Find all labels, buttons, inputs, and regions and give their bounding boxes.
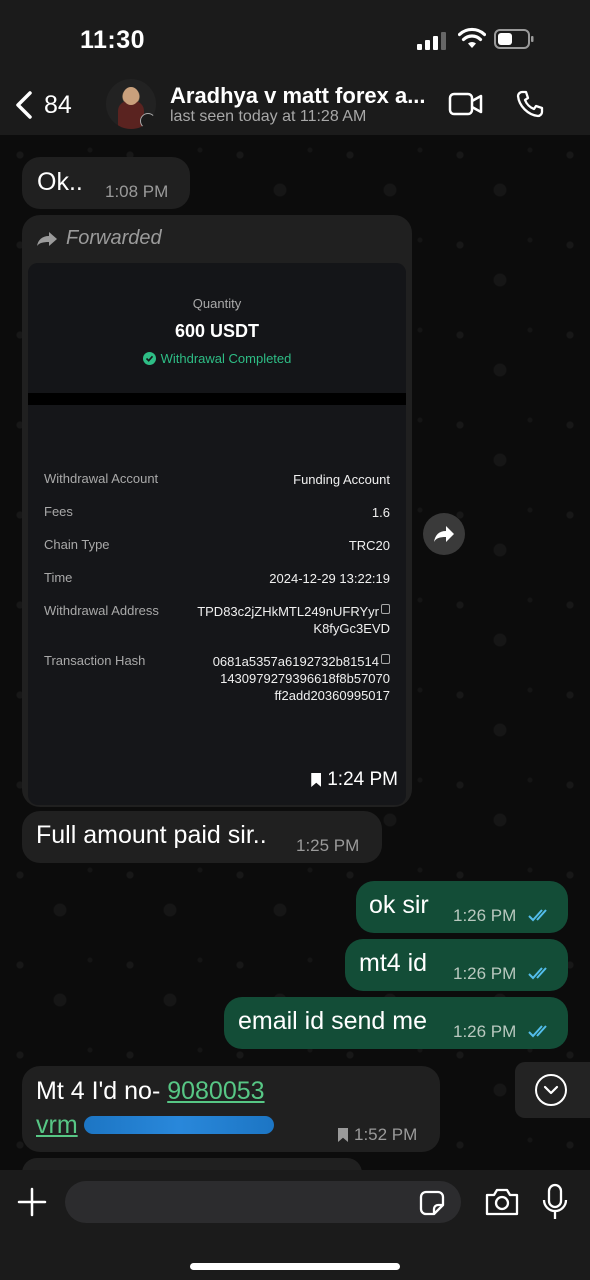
message-text: Mt 4 I'd no- 9080053 (36, 1077, 265, 1106)
message-bubble-incoming[interactable]: Mt 4 I'd no- 9080053 vrm 1:52 PM (22, 1066, 440, 1152)
row-value-fees: 1.6 (371, 505, 390, 520)
message-text: email id send me (238, 1007, 427, 1035)
withdrawal-status: Withdrawal Completed (28, 351, 406, 366)
redaction-scribble (84, 1116, 274, 1134)
address-line-2: K8fyGc3EVD (313, 621, 390, 636)
unread-count: 84 (44, 90, 72, 119)
message-time: 1:26 PM (453, 1022, 517, 1041)
starred-icon (311, 773, 322, 787)
home-indicator (190, 1263, 400, 1270)
sticker-icon[interactable] (419, 1190, 445, 1216)
message-bubble-outgoing[interactable]: email id send me 1:26 PM (224, 997, 568, 1049)
phone-call-icon[interactable] (515, 89, 545, 119)
forward-arrow-icon (434, 526, 454, 542)
forwarded-label: Forwarded (36, 227, 162, 250)
message-bubble-incoming[interactable]: Full amount paid sir.. 1:25 PM (22, 811, 382, 863)
message-time: 1:52 PM (338, 1125, 417, 1145)
row-label-transaction-hash: Transaction Hash (44, 653, 146, 668)
message-time-text: 1:24 PM (327, 769, 398, 790)
message-text: Full amount paid sir.. (36, 821, 267, 849)
row-value-time: 2024-12-29 13:22:19 (269, 571, 390, 586)
message-text: ok sir (369, 891, 429, 919)
contact-name[interactable]: Aradhya v matt forex a... (170, 83, 430, 109)
read-receipt-icon (528, 909, 547, 922)
email-link-line: vrm (36, 1111, 78, 1140)
message-text: Ok.. (37, 168, 83, 196)
row-label-chain-type: Chain Type (44, 537, 110, 552)
message-composer (0, 1170, 590, 1280)
row-label-withdrawal-account: Withdrawal Account (44, 471, 159, 486)
chevron-down-icon (543, 1085, 559, 1095)
row-value-withdrawal-address: TPD83c2jZHkMTL249nUFRYyr K8fyGc3EVD (197, 603, 390, 637)
avatar[interactable] (106, 79, 156, 129)
quantity-label: Quantity (192, 296, 242, 311)
message-bubble-outgoing[interactable]: ok sir 1:26 PM (356, 881, 568, 933)
status-bar: 11:30 (0, 0, 590, 75)
status-text: Withdrawal Completed (160, 351, 292, 366)
cellular-signal-icon (417, 32, 447, 50)
starred-icon (338, 1128, 348, 1142)
phone-number-link[interactable]: 9080053 (167, 1077, 264, 1105)
forwarded-message-bubble[interactable]: Forwarded Quantity 600 USDT Withdrawal C… (22, 215, 412, 807)
video-call-icon[interactable] (448, 91, 484, 117)
last-seen-status: last seen today at 11:28 AM (170, 108, 367, 125)
divider (28, 393, 406, 405)
chevron-left-icon (16, 91, 32, 119)
quantity-value: 600 USDT (174, 321, 260, 341)
message-bubble-incoming[interactable]: Ok.. 1:08 PM (22, 157, 190, 209)
chat-header: 84 Aradhya v matt forex a... last seen t… (0, 75, 590, 135)
message-time: 1:26 PM (453, 964, 517, 983)
disappearing-timer-icon (140, 113, 156, 129)
message-text: mt4 id (359, 949, 428, 977)
check-circle-icon (142, 352, 156, 365)
message-time: 1:24 PM (311, 769, 398, 791)
row-label-fees: Fees (44, 504, 73, 519)
message-bubble-outgoing[interactable]: mt4 id 1:26 PM (345, 939, 568, 991)
row-label-withdrawal-address: Withdrawal Address (44, 603, 159, 618)
forward-share-button[interactable] (423, 513, 465, 555)
withdrawal-receipt-image[interactable]: Quantity 600 USDT Withdrawal Completed W… (28, 263, 406, 805)
hash-line-1: 0681a5357a6192732b81514 (212, 654, 379, 669)
message-time: 1:08 PM (105, 182, 169, 201)
forward-arrow-icon (37, 231, 57, 246)
read-receipt-icon (528, 967, 547, 980)
email-link[interactable]: vrm (36, 1111, 78, 1139)
forwarded-text: Forwarded (66, 227, 162, 249)
scroll-to-bottom-button[interactable] (515, 1062, 590, 1118)
row-label-time: Time (44, 570, 73, 585)
hash-line-3: ff2add20360995017 (274, 688, 390, 703)
wifi-icon (458, 27, 486, 48)
row-value-transaction-hash: 0681a5357a6192732b81514 1430979279396618… (213, 653, 390, 704)
message-input[interactable] (65, 1181, 461, 1223)
receipt-header: Quantity 600 USDT Withdrawal Completed (28, 263, 406, 393)
camera-icon[interactable] (484, 1187, 520, 1217)
plus-icon[interactable] (16, 1186, 48, 1218)
address-line-1: TPD83c2jZHkMTL249nUFRYyr (197, 604, 379, 619)
row-value-withdrawal-account: Funding Account (293, 472, 390, 487)
message-time: 1:26 PM (453, 906, 517, 925)
copy-icon (381, 654, 390, 664)
message-time: 1:25 PM (296, 836, 360, 855)
hash-line-2: 1430979279396618f8b57070 (220, 671, 390, 686)
microphone-icon[interactable] (541, 1183, 569, 1221)
message-text-prefix: Mt 4 I'd no- (36, 1077, 168, 1105)
row-value-chain-type: TRC20 (348, 538, 390, 553)
read-receipt-icon (528, 1025, 547, 1038)
back-button[interactable]: 84 (14, 85, 72, 125)
battery-icon (494, 29, 534, 49)
copy-icon (381, 604, 390, 614)
status-time: 11:30 (80, 26, 146, 54)
message-time-text: 1:52 PM (354, 1125, 418, 1144)
